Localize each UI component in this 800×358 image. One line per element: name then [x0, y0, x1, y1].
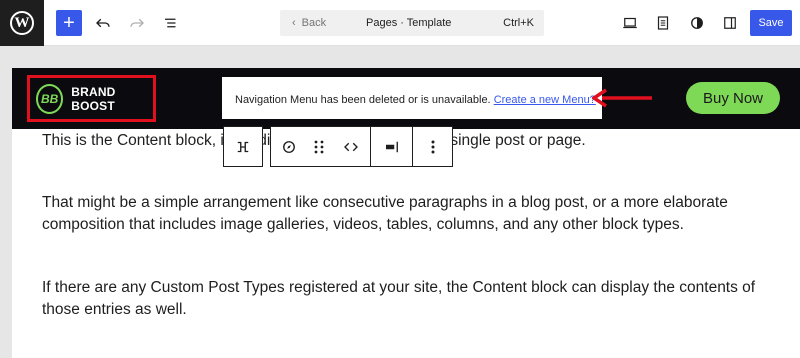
back-label: Back: [301, 17, 327, 29]
template-details-button[interactable]: [650, 11, 676, 35]
buy-now-button[interactable]: Buy Now: [686, 82, 780, 114]
document-overview-button[interactable]: [158, 11, 184, 35]
redo-icon: [130, 18, 144, 28]
undo-icon: [96, 18, 110, 28]
chevron-left-icon: ‹: [292, 17, 296, 29]
plus-icon: +: [63, 12, 75, 34]
styles-button[interactable]: [684, 11, 710, 35]
site-logo-block[interactable]: BB BRAND BOOST: [27, 75, 156, 122]
move-button[interactable]: [331, 127, 371, 166]
list-view-icon: [165, 18, 176, 28]
settings-sidebar-button[interactable]: [717, 11, 743, 35]
block-parent-toolbar: [223, 126, 263, 167]
save-button[interactable]: Save: [750, 10, 792, 36]
contrast-icon: [691, 17, 703, 29]
content-paragraph[interactable]: That might be a simple arrangement like …: [42, 192, 762, 236]
site-title: BRAND BOOST: [71, 84, 116, 113]
desktop-icon: [623, 17, 637, 29]
justification-button[interactable]: [370, 127, 412, 166]
block-options-button[interactable]: [412, 127, 452, 166]
navigation-notice: Navigation Menu has been deleted or is u…: [222, 77, 602, 119]
wordpress-logo-icon: W: [10, 11, 34, 35]
content-paragraph[interactable]: If there are any Custom Post Types regis…: [42, 277, 762, 321]
back-link[interactable]: ‹ Back: [292, 17, 326, 29]
keyboard-shortcut: Ctrl+K: [503, 17, 534, 29]
add-block-button[interactable]: +: [56, 10, 82, 36]
block-toolbar: [270, 126, 453, 167]
drag-handle[interactable]: [307, 127, 331, 166]
notice-message: Navigation Menu has been deleted or is u…: [235, 94, 491, 106]
document-icon: [657, 16, 669, 30]
red-arrow-annotation: [592, 88, 652, 108]
create-menu-link[interactable]: Create a new Menu?: [494, 94, 596, 106]
more-vertical-icon: [431, 140, 435, 153]
document-title: Pages · Template: [366, 17, 452, 29]
undo-button[interactable]: [90, 11, 116, 35]
redo-button[interactable]: [124, 11, 150, 35]
editor-toolbar: W + ‹ Back Pages · Template Ctrl+K Save: [0, 0, 800, 46]
select-parent-button[interactable]: [224, 127, 262, 166]
compass-icon: [282, 140, 295, 153]
device-preview-button[interactable]: [617, 11, 643, 35]
block-type-button[interactable]: [271, 127, 307, 166]
command-palette-bar[interactable]: ‹ Back Pages · Template Ctrl+K: [280, 10, 544, 36]
drag-handle-icon: [314, 140, 324, 153]
wordpress-logo-button[interactable]: W: [0, 0, 44, 46]
sidebar-icon: [724, 17, 736, 29]
justify-right-icon: [385, 141, 398, 152]
chevron-left-right-icon: [343, 142, 358, 151]
transform-icon: [237, 141, 249, 152]
brand-logo-icon: BB: [36, 83, 64, 114]
